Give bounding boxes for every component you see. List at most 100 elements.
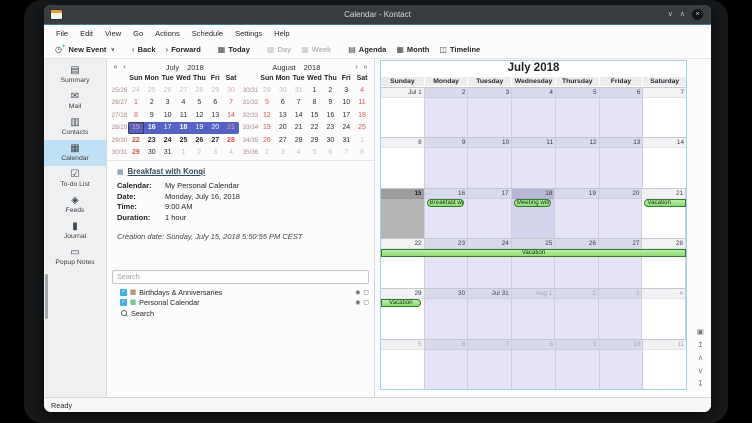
mini-day[interactable]: 12 bbox=[259, 109, 275, 122]
mini-day[interactable]: 4 bbox=[354, 84, 370, 97]
menu-go[interactable]: Go bbox=[127, 29, 149, 38]
mini-day[interactable]: 15 bbox=[307, 109, 323, 122]
mini-day[interactable]: 12 bbox=[191, 109, 207, 122]
mini-day[interactable]: 3 bbox=[275, 147, 291, 160]
mini-day[interactable]: 18 bbox=[176, 122, 192, 135]
mini-day[interactable]: 19 bbox=[259, 122, 275, 135]
event-chip[interactable]: Vacation bbox=[381, 299, 421, 307]
mini-day[interactable]: 6 bbox=[322, 147, 338, 160]
mini-day[interactable]: 7 bbox=[338, 147, 354, 160]
month-day-cell[interactable]: 30 bbox=[425, 289, 469, 338]
calendar-list-item[interactable]: ✓▦Personal Calendar◉▢ bbox=[111, 298, 370, 309]
month-day-cell[interactable]: 26 bbox=[555, 239, 599, 288]
mini-day[interactable]: 29 bbox=[207, 84, 223, 97]
month-day-cell[interactable]: 4 bbox=[642, 289, 686, 338]
month-day-cell[interactable]: 9 bbox=[425, 138, 469, 187]
mini-day[interactable]: 5 bbox=[259, 97, 275, 110]
mini-day[interactable]: 3 bbox=[160, 97, 176, 110]
mini-day[interactable]: 4 bbox=[291, 147, 307, 160]
mini-day[interactable]: 30 bbox=[223, 84, 239, 97]
sidebar-item-popup-notes[interactable]: ▭Popup Notes bbox=[44, 244, 106, 270]
mini-day[interactable]: 1 bbox=[354, 134, 370, 147]
mini-day[interactable]: 11 bbox=[354, 97, 370, 110]
menu-actions[interactable]: Actions bbox=[149, 29, 186, 38]
calendar-list-item[interactable]: ✓▦Birthdays & Anniversaries◉▢ bbox=[111, 287, 370, 298]
month-day-cell[interactable]: 18 bbox=[512, 189, 556, 238]
menu-view[interactable]: View bbox=[99, 29, 127, 38]
month-day-cell[interactable]: 2 bbox=[425, 88, 469, 137]
sidebar-item-summary[interactable]: ▤Summary bbox=[44, 62, 106, 88]
month-day-cell[interactable]: 4 bbox=[512, 88, 556, 137]
mini-day[interactable]: 25 bbox=[176, 134, 192, 147]
visibility-eye-icon[interactable]: ◉ bbox=[355, 299, 360, 306]
mini-day[interactable]: 24 bbox=[338, 122, 354, 135]
mini-day[interactable]: 30 bbox=[275, 84, 291, 97]
previous-month-icon[interactable]: ‹ bbox=[120, 64, 129, 71]
mini-day[interactable]: 21 bbox=[291, 122, 307, 135]
sidebar-item-mail[interactable]: ✉Mail bbox=[44, 88, 106, 114]
mini-day[interactable]: 9 bbox=[322, 97, 338, 110]
mini-day[interactable]: 27 bbox=[176, 84, 192, 97]
mini-day[interactable]: 29 bbox=[259, 84, 275, 97]
event-chip[interactable]: Vacation bbox=[381, 249, 686, 257]
mini-day[interactable]: 5 bbox=[191, 97, 207, 110]
month-day-cell[interactable]: 10 bbox=[468, 138, 512, 187]
mini-day[interactable]: 17 bbox=[338, 109, 354, 122]
month-day-cell[interactable]: 6 bbox=[425, 340, 469, 389]
maximize-icon[interactable]: ∧ bbox=[680, 11, 685, 18]
scroll-top-icon[interactable]: ↥ bbox=[697, 341, 703, 348]
month-day-cell[interactable]: 29 bbox=[381, 289, 425, 338]
mini-day[interactable]: 23 bbox=[322, 122, 338, 135]
month-name-button[interactable]: July bbox=[166, 63, 179, 72]
mini-day[interactable]: 28 bbox=[291, 134, 307, 147]
close-icon[interactable]: × bbox=[692, 9, 703, 20]
mini-day[interactable]: 21 bbox=[223, 122, 239, 135]
event-title[interactable]: Breakfast with Konqi bbox=[128, 167, 206, 176]
calendar-list-item[interactable]: Search bbox=[111, 308, 370, 319]
mini-day[interactable]: 29 bbox=[128, 147, 144, 160]
menu-help[interactable]: Help bbox=[268, 29, 295, 38]
mini-day[interactable]: 22 bbox=[128, 134, 144, 147]
month-day-cell[interactable]: 22 bbox=[381, 239, 425, 288]
month-day-cell[interactable]: 11 bbox=[512, 138, 556, 187]
year-button[interactable]: 2018 bbox=[304, 63, 321, 72]
visibility-eye-icon[interactable]: ◉ bbox=[355, 289, 360, 296]
mini-day[interactable]: 6 bbox=[275, 97, 291, 110]
mini-day[interactable]: 3 bbox=[338, 84, 354, 97]
mini-day[interactable]: 8 bbox=[307, 97, 323, 110]
next-year-icon[interactable]: » bbox=[361, 64, 370, 71]
mini-day[interactable]: 26 bbox=[160, 84, 176, 97]
month-day-cell[interactable]: 19 bbox=[555, 189, 599, 238]
forward-button[interactable]: ›Forward bbox=[161, 45, 206, 54]
scroll-down-icon[interactable]: ∨ bbox=[698, 367, 704, 374]
month-day-cell[interactable]: 10 bbox=[600, 340, 644, 389]
mini-day[interactable]: 29 bbox=[307, 134, 323, 147]
mini-day[interactable]: 2 bbox=[191, 147, 207, 160]
month-day-cell[interactable]: 24 bbox=[468, 239, 512, 288]
mini-day[interactable]: 8 bbox=[354, 147, 370, 160]
month-name-button[interactable]: August bbox=[272, 63, 295, 72]
mini-day[interactable]: 18 bbox=[354, 109, 370, 122]
mini-day[interactable]: 16 bbox=[322, 109, 338, 122]
details-box-icon[interactable]: ▢ bbox=[363, 289, 369, 296]
scroll-bottom-icon[interactable]: ↧ bbox=[697, 380, 703, 387]
mini-day[interactable]: 27 bbox=[275, 134, 291, 147]
checkbox-checked-icon[interactable]: ✓ bbox=[120, 289, 127, 296]
mini-day[interactable]: 8 bbox=[128, 109, 144, 122]
mini-day[interactable]: 13 bbox=[275, 109, 291, 122]
mini-day[interactable]: 5 bbox=[307, 147, 323, 160]
month-day-cell[interactable]: 23 bbox=[425, 239, 469, 288]
mini-day[interactable]: 25 bbox=[144, 84, 160, 97]
mini-day[interactable]: 25 bbox=[354, 122, 370, 135]
mini-day[interactable]: 2 bbox=[259, 147, 275, 160]
sidebar-item-feeds[interactable]: ◈Feeds bbox=[44, 192, 106, 218]
month-day-cell[interactable]: 2 bbox=[555, 289, 599, 338]
mini-day[interactable]: 11 bbox=[176, 109, 192, 122]
sidebar-item-to-do-list[interactable]: ☑To-do List bbox=[44, 166, 106, 192]
month-day-cell[interactable]: 25 bbox=[512, 239, 556, 288]
mini-day[interactable]: 14 bbox=[223, 109, 239, 122]
sidebar-item-calendar[interactable]: ▦Calendar bbox=[44, 140, 106, 166]
mini-day[interactable]: 15 bbox=[128, 122, 144, 135]
details-box-icon[interactable]: ▢ bbox=[363, 299, 369, 306]
mini-day[interactable]: 28 bbox=[223, 134, 239, 147]
